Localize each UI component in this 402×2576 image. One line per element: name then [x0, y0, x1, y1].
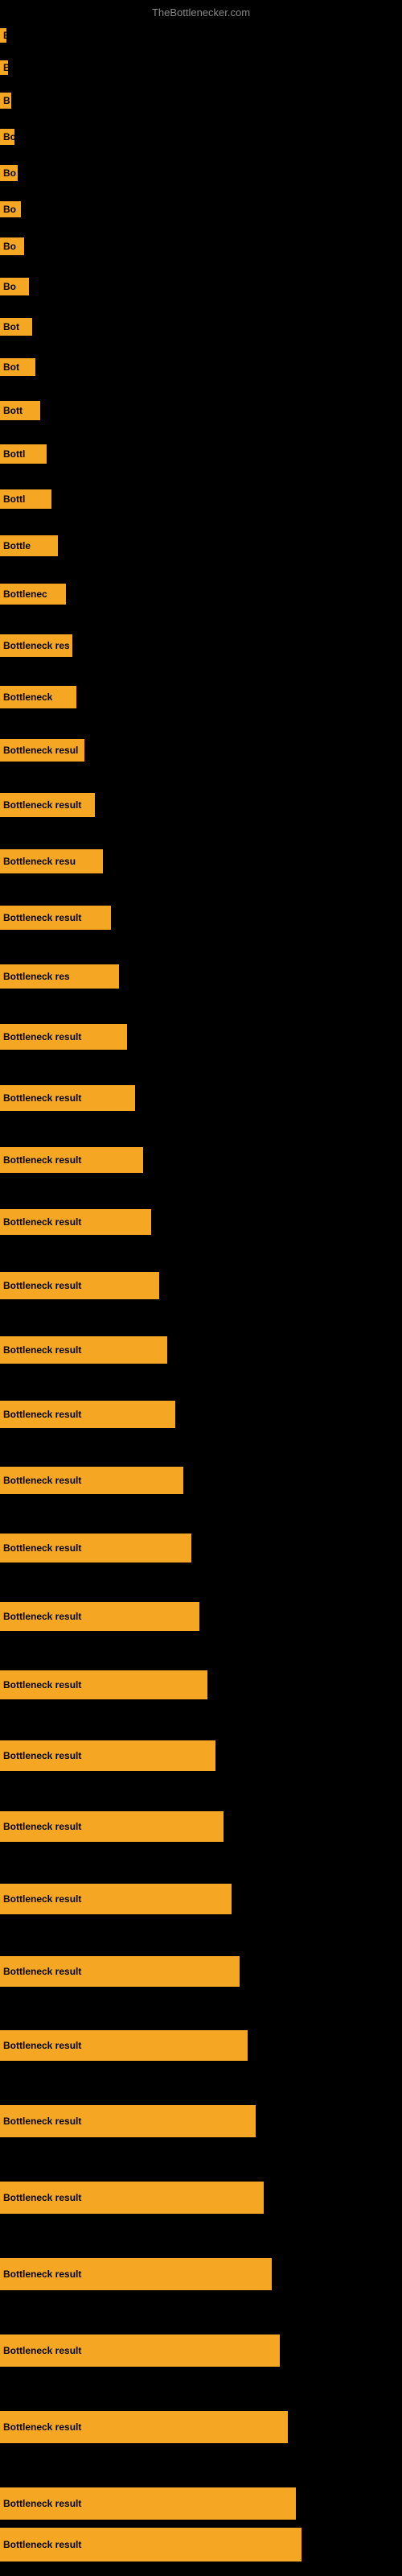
bar-item: Bottleneck result — [0, 1956, 240, 1987]
bar-item: Bottleneck result — [0, 793, 95, 817]
bar-label: Bottleneck result — [0, 1534, 191, 1563]
bar-label: Bo — [0, 129, 14, 145]
bar-item: Bottleneck result — [0, 1884, 232, 1914]
bar-item: B — [0, 28, 6, 43]
bar-label: B — [0, 28, 6, 43]
bar-label: Bot — [0, 358, 35, 376]
bar-item: Bottleneck result — [0, 2030, 248, 2061]
bar-label: Bottleneck resu — [0, 849, 103, 873]
bar-item: Bot — [0, 318, 32, 336]
bar-item: Bottleneck result — [0, 2334, 280, 2367]
bar-label: Bottleneck result — [0, 906, 111, 930]
bar-item: Bottleneck result — [0, 1209, 151, 1235]
bar-item: Bo — [0, 278, 29, 295]
bar-item: Bottl — [0, 444, 47, 464]
bar-label: Bottleneck result — [0, 1956, 240, 1987]
bar-label: Bottleneck result — [0, 793, 95, 817]
bar-item: Bottleneck result — [0, 1811, 224, 1842]
bar-label: Bottleneck result — [0, 1024, 127, 1050]
bar-label: Bottleneck result — [0, 1272, 159, 1299]
bar-item: Bo — [0, 237, 24, 255]
bar-label: Bottleneck result — [0, 1401, 175, 1428]
bar-item: Bottleneck result — [0, 1147, 143, 1173]
bar-item: Bottleneck resu — [0, 849, 103, 873]
bar-label: Bottleneck result — [0, 2030, 248, 2061]
bar-label: Bottleneck — [0, 686, 76, 708]
bar-item: Bo — [0, 201, 21, 217]
bar-item: Bottleneck result — [0, 2487, 296, 2520]
bar-label: Bottleneck result — [0, 1602, 199, 1631]
bar-item: Bottleneck result — [0, 1467, 183, 1494]
bar-label: Bottleneck resul — [0, 739, 84, 762]
bar-item: Bottle — [0, 535, 58, 556]
bar-item: Bo — [0, 165, 18, 181]
bar-item: B — [0, 93, 11, 109]
bar-item: Bottleneck result — [0, 1534, 191, 1563]
bar-item: Bottleneck result — [0, 2105, 256, 2137]
bar-label: Bot — [0, 318, 32, 336]
bar-item: Bottleneck resul — [0, 739, 84, 762]
bar-label: Bottleneck result — [0, 1740, 215, 1771]
bar-label: Bottleneck result — [0, 2487, 296, 2520]
bar-item: Bottleneck result — [0, 1670, 207, 1699]
bar-item: Bottleneck res — [0, 634, 72, 657]
bar-label: Bottleneck result — [0, 1336, 167, 1364]
bar-label: Bottleneck result — [0, 1147, 143, 1173]
bar-label: Bo — [0, 165, 18, 181]
bar-item: Bottleneck result — [0, 2528, 302, 2562]
bar-label: Bo — [0, 237, 24, 255]
bar-item: Bottleneck result — [0, 2182, 264, 2214]
bar-label: Bottleneck result — [0, 1085, 135, 1111]
bar-label: Bottleneck result — [0, 2528, 302, 2562]
bar-item: Bottleneck result — [0, 1602, 199, 1631]
bar-label: Bo — [0, 278, 29, 295]
site-title: TheBottlenecker.com — [152, 6, 250, 19]
bar-label: Bottleneck result — [0, 2411, 288, 2443]
bar-label: Bottleneck result — [0, 1209, 151, 1235]
bar-item: Bottlenec — [0, 584, 66, 605]
bar-label: Bottleneck result — [0, 2182, 264, 2214]
bar-item: Bottleneck result — [0, 906, 111, 930]
bar-label: Bottleneck result — [0, 2258, 272, 2290]
bar-item: Bottleneck res — [0, 964, 119, 989]
bar-label: Bott — [0, 401, 40, 420]
bar-label: Bottleneck result — [0, 2105, 256, 2137]
bar-item: Bottleneck result — [0, 2258, 272, 2290]
bar-label: Bottleneck result — [0, 1884, 232, 1914]
bar-label: Bo — [0, 201, 21, 217]
bar-item: Bottleneck result — [0, 1740, 215, 1771]
bar-label: B — [0, 60, 8, 75]
bar-item: Bottleneck result — [0, 1024, 127, 1050]
bar-label: B — [0, 93, 11, 109]
bar-label: Bottleneck result — [0, 2334, 280, 2367]
bar-label: Bottle — [0, 535, 58, 556]
bar-label: Bottleneck res — [0, 634, 72, 657]
bar-item: Bo — [0, 129, 14, 145]
bar-item: Bottleneck result — [0, 1336, 167, 1364]
bar-item: Bottleneck result — [0, 1272, 159, 1299]
bar-item: Bottl — [0, 489, 51, 509]
bar-item: Bottleneck result — [0, 1401, 175, 1428]
bar-item: Bottleneck — [0, 686, 76, 708]
bar-label: Bottleneck res — [0, 964, 119, 989]
bar-label: Bottl — [0, 489, 51, 509]
bar-item: Bott — [0, 401, 40, 420]
bar-label: Bottleneck result — [0, 1467, 183, 1494]
bar-label: Bottlenec — [0, 584, 66, 605]
bar-item: Bottleneck result — [0, 1085, 135, 1111]
bar-item: Bot — [0, 358, 35, 376]
bar-item: Bottleneck result — [0, 2411, 288, 2443]
bar-label: Bottleneck result — [0, 1670, 207, 1699]
bar-label: Bottleneck result — [0, 1811, 224, 1842]
bar-label: Bottl — [0, 444, 47, 464]
bar-item: B — [0, 60, 8, 75]
